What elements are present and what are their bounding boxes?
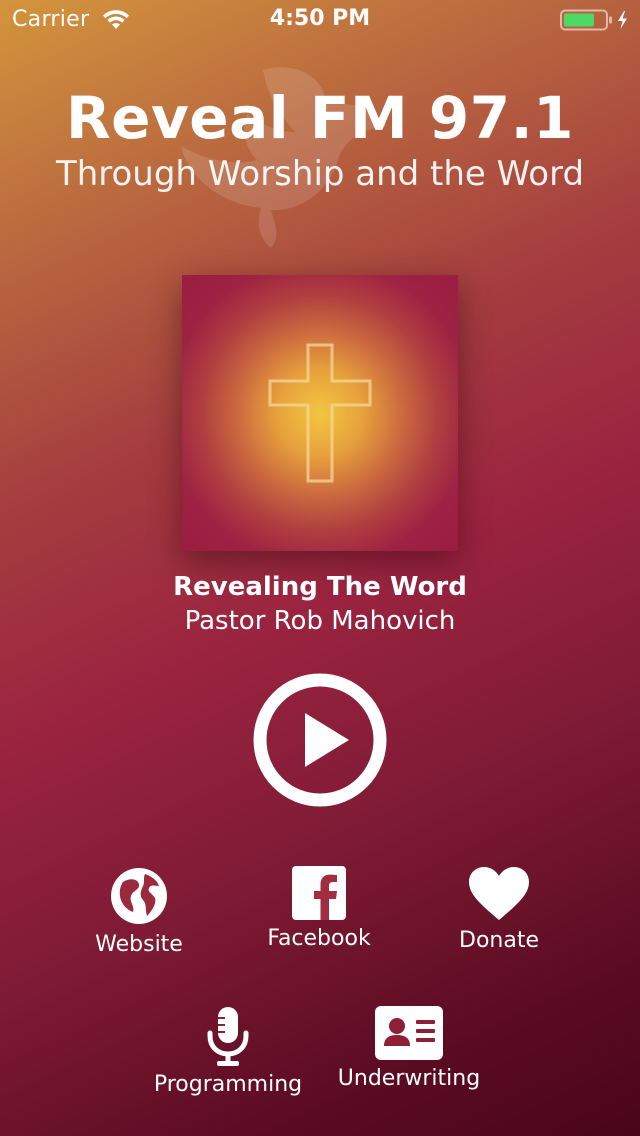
donate-button[interactable]: Donate — [409, 866, 589, 953]
play-icon — [253, 673, 387, 807]
heart-icon — [409, 866, 589, 926]
facebook-icon — [229, 866, 409, 924]
show-title: Revealing The Word — [173, 572, 467, 602]
cross-icon — [268, 343, 372, 487]
status-bar: Carrier 4:50 PM — [0, 0, 640, 40]
website-button[interactable]: Website — [49, 866, 229, 957]
id-card-icon — [319, 1006, 499, 1064]
radio-app-screen: Carrier 4:50 PM Reveal FM 97.1 Through W… — [0, 0, 640, 1136]
website-label: Website — [95, 932, 183, 957]
microphone-icon — [138, 1006, 318, 1070]
station-title: Reveal FM 97.1 — [66, 84, 574, 152]
play-button[interactable] — [253, 673, 387, 807]
programming-label: Programming — [153, 1072, 303, 1097]
show-artwork — [182, 275, 458, 551]
facebook-label: Facebook — [267, 926, 371, 951]
station-tagline: Through Worship and the Word — [55, 154, 585, 194]
underwriting-button[interactable]: Underwriting — [319, 1006, 499, 1091]
programming-button[interactable]: Programming — [138, 1006, 318, 1097]
facebook-button[interactable]: Facebook — [229, 866, 409, 951]
clock: 4:50 PM — [269, 6, 371, 31]
donate-label: Donate — [459, 928, 539, 953]
battery-icon — [560, 9, 632, 35]
underwriting-label: Underwriting — [337, 1066, 481, 1091]
globe-icon — [49, 866, 229, 930]
show-host: Pastor Rob Mahovich — [184, 606, 456, 636]
